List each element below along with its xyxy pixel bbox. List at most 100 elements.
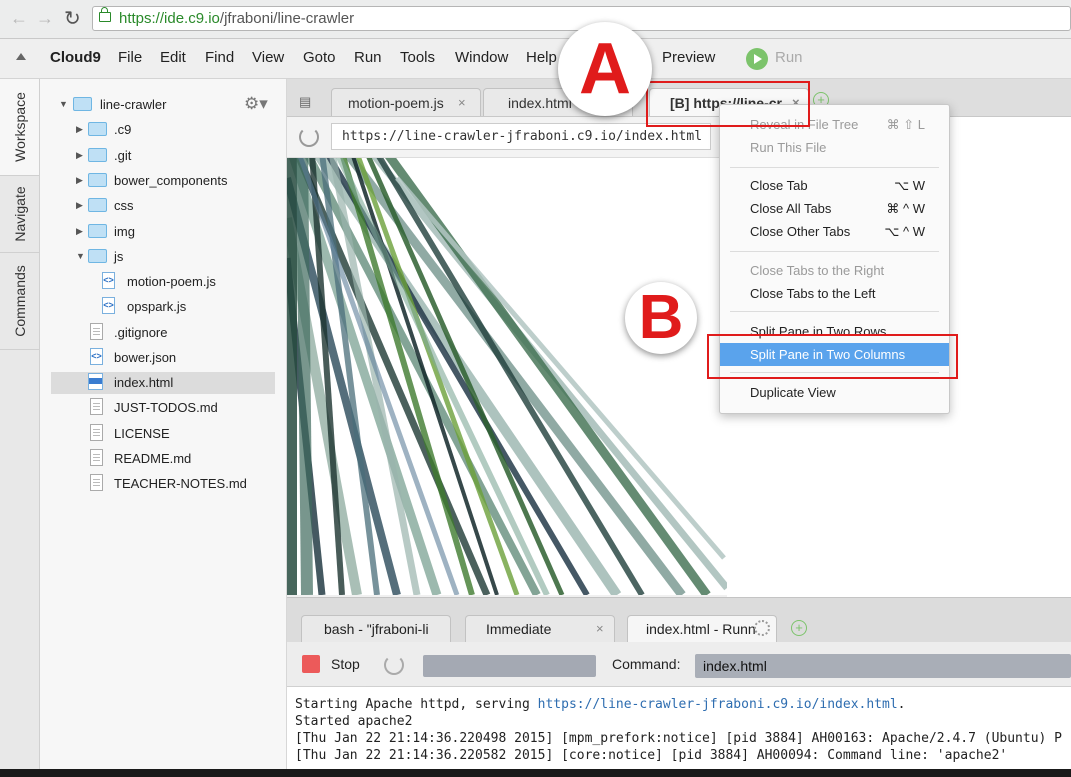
tab-workspace[interactable]: Workspace (0, 79, 39, 176)
file-icon (90, 449, 103, 466)
console-tab-active[interactable]: index.html - Runn (627, 615, 777, 642)
expanded-icon[interactable]: ▼ (59, 99, 68, 109)
close-tab-icon[interactable]: × (596, 621, 604, 636)
menu-brand[interactable]: Cloud9 (50, 49, 101, 66)
tree-file-label: LICENSE (114, 426, 170, 441)
menu-tools[interactable]: Tools (400, 49, 435, 66)
tree-folder-label: .git (114, 148, 132, 163)
menu-item-shortcut: ⌘ ⇧ L (886, 117, 925, 132)
tree-folder[interactable]: ▶ bower_components (40, 170, 286, 192)
tab-menu-icon[interactable]: ▤ (299, 94, 311, 110)
refresh-icon[interactable] (299, 127, 319, 147)
menu-file[interactable]: File (118, 49, 142, 66)
annotation-highlight-menu-item (707, 334, 958, 379)
tree-root[interactable]: ▼ line-crawler ⚙▾ (40, 94, 286, 116)
browser-toolbar: ← → ↻ https://ide.c9.io/jfraboni/line-cr… (0, 0, 1071, 39)
tree-file[interactable]: <> opspark.js (40, 296, 286, 318)
window-edge (0, 769, 1071, 777)
collapsed-icon[interactable]: ▶ (76, 226, 83, 237)
menu-item-run-this-file[interactable]: Run This File (720, 136, 949, 159)
close-tab-icon[interactable]: × (458, 95, 466, 110)
command-label: Command: (612, 656, 681, 672)
console-line: [Thu Jan 22 21:14:36.220498 2015] [mpm_p… (295, 731, 1063, 746)
editor-tab[interactable]: motion-poem.js × (331, 88, 481, 116)
file-icon (90, 474, 103, 491)
folder-icon (73, 97, 92, 111)
menu-item-close-tab[interactable]: Close Tab ⌥ W (720, 174, 949, 197)
console-link[interactable]: https://line-crawler-jfraboni.c9.io/inde… (538, 697, 898, 712)
tree-file[interactable]: TEACHER-NOTES.md (40, 473, 286, 495)
tab-commands[interactable]: Commands (0, 253, 39, 350)
menu-item-duplicate-view[interactable]: Duplicate View (720, 381, 949, 404)
collapsed-icon[interactable]: ▶ (76, 200, 83, 211)
tree-folder[interactable]: ▼ js (40, 246, 286, 268)
menu-view[interactable]: View (252, 49, 284, 66)
stop-icon[interactable] (302, 655, 320, 673)
forward-icon[interactable]: → (36, 8, 54, 29)
menu-find[interactable]: Find (205, 49, 234, 66)
tree-file[interactable]: JUST-TODOS.md (40, 397, 286, 419)
stop-button[interactable]: Stop (331, 656, 360, 672)
menu-run[interactable]: Run (354, 49, 382, 66)
gear-icon[interactable]: ⚙▾ (244, 94, 268, 114)
tree-folder[interactable]: ▶ img (40, 221, 286, 243)
run-icon[interactable] (746, 48, 768, 70)
runner-select[interactable] (423, 655, 596, 677)
back-icon[interactable]: ← (10, 8, 28, 29)
reload-icon[interactable]: ↻ (64, 6, 81, 31)
add-tab-icon[interactable]: + (791, 620, 807, 636)
menu-item-close-all-tabs[interactable]: Close All Tabs ⌘ ^ W (720, 197, 949, 220)
menu-item-close-other-tabs[interactable]: Close Other Tabs ⌥ ^ W (720, 220, 949, 243)
editor-tab-label: motion-poem.js (348, 95, 444, 111)
tree-file-label: index.html (114, 375, 174, 390)
console-line: Started apache2 (295, 714, 413, 729)
menu-item-label: Close Tabs to the Left (750, 286, 876, 301)
tree-file-label: TEACHER-NOTES.md (114, 476, 247, 491)
restart-icon[interactable] (384, 655, 404, 675)
tree-folder-label: img (114, 224, 135, 239)
console-tab[interactable]: bash - "jfraboni-li (301, 615, 451, 642)
address-text: https://ide.c9.io/jfraboni/line-crawler (119, 10, 355, 27)
tree-file[interactable]: .gitignore (40, 322, 286, 344)
html-file-icon (88, 373, 103, 390)
tree-file-selected[interactable]: index.html (51, 372, 275, 394)
menu-edit[interactable]: Edit (160, 49, 186, 66)
collapsed-icon[interactable]: ▶ (76, 175, 83, 186)
tab-navigate[interactable]: Navigate (0, 176, 39, 253)
folder-icon (88, 198, 107, 212)
file-icon (90, 398, 103, 415)
console-tab[interactable]: Immediate × (465, 615, 615, 642)
collapse-icon[interactable] (16, 53, 26, 60)
annotation-highlight-tab (646, 81, 810, 127)
tree-file-label: motion-poem.js (127, 274, 216, 289)
command-input[interactable]: index.html (695, 654, 1071, 678)
menu-item-close-tabs-left[interactable]: Close Tabs to the Left (720, 282, 949, 305)
lock-icon (99, 7, 111, 22)
menu-divider (730, 251, 939, 252)
folder-icon (88, 173, 107, 187)
preview-button[interactable]: Preview (662, 49, 715, 66)
editor-tab-label: index.html (508, 95, 572, 111)
collapsed-icon[interactable]: ▶ (76, 124, 83, 135)
annotation-label-a: A (558, 22, 652, 116)
preview-url-input[interactable]: https://line-crawler-jfraboni.c9.io/inde… (331, 123, 711, 150)
tree-file[interactable]: <> motion-poem.js (40, 271, 286, 293)
menu-help[interactable]: Help (526, 49, 557, 66)
tree-file[interactable]: <> bower.json (40, 347, 286, 369)
folder-icon (88, 224, 107, 238)
menu-window[interactable]: Window (455, 49, 508, 66)
tree-file[interactable]: LICENSE (40, 423, 286, 445)
tree-file[interactable]: README.md (40, 448, 286, 470)
expanded-icon[interactable]: ▼ (76, 251, 85, 261)
tree-folder-label: .c9 (114, 122, 132, 137)
line-art (287, 158, 727, 595)
tree-folder[interactable]: ▶ css (40, 195, 286, 217)
annotation-label-b: B (625, 282, 697, 354)
tree-folder[interactable]: ▶ .git (40, 145, 286, 167)
menu-item-close-tabs-right[interactable]: Close Tabs to the Right (720, 259, 949, 282)
run-button[interactable]: Run (775, 49, 803, 66)
collapsed-icon[interactable]: ▶ (76, 150, 83, 161)
menu-divider (730, 311, 939, 312)
menu-goto[interactable]: Goto (303, 49, 336, 66)
tree-folder[interactable]: ▶ .c9 (40, 119, 286, 141)
